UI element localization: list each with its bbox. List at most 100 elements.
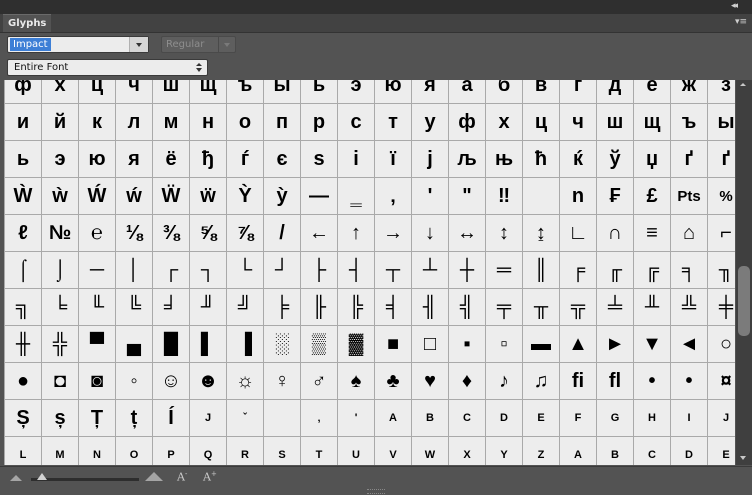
glyph-cell[interactable]: э bbox=[338, 80, 374, 103]
glyph-cell[interactable]: J bbox=[708, 400, 735, 436]
glyph-cell[interactable]: и bbox=[5, 104, 41, 140]
scroll-down-arrow-icon[interactable] bbox=[740, 456, 746, 460]
glyph-cell[interactable]: ╡ bbox=[375, 289, 411, 325]
glyph-cell[interactable]: Y bbox=[486, 437, 522, 465]
glyph-cell[interactable]: ╝ bbox=[227, 289, 263, 325]
glyph-cell[interactable]: ș bbox=[42, 400, 78, 436]
glyph-cell[interactable]: A bbox=[560, 437, 596, 465]
glyph-cell[interactable]: д bbox=[597, 80, 633, 103]
glyph-cell[interactable]: ╘ bbox=[42, 289, 78, 325]
glyph-cell[interactable]: T bbox=[301, 437, 337, 465]
decrease-glyph-size-button[interactable]: A- bbox=[177, 470, 187, 484]
glyph-cell[interactable]: ┐ bbox=[190, 252, 226, 288]
glyph-cell[interactable]: Q bbox=[190, 437, 226, 465]
glyph-cell[interactable]: • bbox=[671, 363, 707, 399]
glyph-cell[interactable]: ╢ bbox=[412, 289, 448, 325]
scrollbar-thumb[interactable] bbox=[738, 266, 750, 336]
font-style-select[interactable]: Regular bbox=[161, 36, 236, 53]
glyph-cell[interactable]: ♥ bbox=[412, 363, 448, 399]
glyph-cell[interactable]: └ bbox=[227, 252, 263, 288]
glyph-cell[interactable]: ░ bbox=[264, 326, 300, 362]
glyph-cell[interactable]: ⅞ bbox=[227, 215, 263, 251]
glyph-cell[interactable]: ⅜ bbox=[153, 215, 189, 251]
glyph-cell[interactable]: ∩ bbox=[597, 215, 633, 251]
glyph-cell[interactable]: ▲ bbox=[560, 326, 596, 362]
glyph-size-slider-thumb[interactable] bbox=[37, 473, 47, 480]
glyph-cell[interactable]: ┘ bbox=[264, 252, 300, 288]
glyph-cell[interactable]: ﬁ bbox=[560, 363, 596, 399]
increase-glyph-size-button[interactable]: A+ bbox=[203, 470, 217, 484]
glyph-cell[interactable]: ╖ bbox=[708, 252, 735, 288]
collapse-panel-icon[interactable]: ◂◂ bbox=[731, 1, 738, 11]
glyph-cell[interactable]: Ẅ bbox=[153, 178, 189, 214]
glyph-cell[interactable]: ☼ bbox=[227, 363, 263, 399]
panel-resize-grip[interactable] bbox=[367, 489, 385, 494]
glyph-cell[interactable]: R bbox=[227, 437, 263, 465]
glyph-cell[interactable]: х bbox=[486, 104, 522, 140]
glyph-cell[interactable]: і bbox=[338, 141, 374, 177]
glyph-cell[interactable]: ґ bbox=[708, 141, 735, 177]
glyph-cell[interactable]: Ẁ bbox=[5, 178, 41, 214]
glyph-cell[interactable]: ♀ bbox=[264, 363, 300, 399]
glyph-cell[interactable]: F bbox=[560, 400, 596, 436]
glyph-cell[interactable]: ◄ bbox=[671, 326, 707, 362]
glyph-cell[interactable]: P bbox=[153, 437, 189, 465]
glyph-cell[interactable]: ◦ bbox=[116, 363, 152, 399]
glyph-cell[interactable]: ю bbox=[375, 80, 411, 103]
glyph-cell[interactable]: ┴ bbox=[412, 252, 448, 288]
glyph-cell[interactable]: е bbox=[634, 80, 670, 103]
glyph-cell[interactable]: B bbox=[597, 437, 633, 465]
glyph-cell[interactable]: ч bbox=[116, 80, 152, 103]
glyph-cell[interactable]: ║ bbox=[523, 252, 559, 288]
glyph-cell[interactable]: р bbox=[301, 104, 337, 140]
glyph-cell[interactable]: ц bbox=[523, 104, 559, 140]
glyph-cell[interactable]: s bbox=[301, 141, 337, 177]
glyph-cell[interactable]: ⌂ bbox=[671, 215, 707, 251]
glyph-cell[interactable]: Ț bbox=[79, 400, 115, 436]
glyph-cell[interactable]: Pts bbox=[671, 178, 707, 214]
glyph-cell[interactable]: ш bbox=[153, 80, 189, 103]
glyph-cell[interactable]: н bbox=[190, 104, 226, 140]
glyph-cell[interactable]: щ bbox=[634, 104, 670, 140]
glyph-cell[interactable]: n bbox=[560, 178, 596, 214]
glyph-cell[interactable]: ├ bbox=[301, 252, 337, 288]
glyph-cell[interactable]: ю bbox=[79, 141, 115, 177]
glyph-cell[interactable]: □ bbox=[412, 326, 448, 362]
glyph-cell[interactable]: ♪ bbox=[486, 363, 522, 399]
glyph-cell[interactable]: X bbox=[449, 437, 485, 465]
vertical-scrollbar[interactable] bbox=[736, 80, 752, 465]
glyph-cell[interactable]: ╧ bbox=[597, 289, 633, 325]
glyph-cell[interactable]: C bbox=[449, 400, 485, 436]
glyph-cell[interactable]: ◙ bbox=[79, 363, 115, 399]
glyph-cell[interactable] bbox=[523, 178, 559, 214]
glyph-cell[interactable]: ѓ bbox=[227, 141, 263, 177]
zoom-out-mountain-icon[interactable] bbox=[10, 475, 22, 481]
glyph-cell[interactable]: ● bbox=[5, 363, 41, 399]
glyph-cell[interactable]: э bbox=[42, 141, 78, 177]
glyph-cell[interactable]: → bbox=[375, 215, 411, 251]
glyph-cell[interactable]: ▓ bbox=[338, 326, 374, 362]
glyph-cell[interactable]: й bbox=[42, 104, 78, 140]
glyph-cell[interactable]: ‼ bbox=[486, 178, 522, 214]
glyph-cell[interactable]: ╥ bbox=[523, 289, 559, 325]
glyph-cell[interactable]: S bbox=[264, 437, 300, 465]
glyph-cell[interactable]: A bbox=[375, 400, 411, 436]
glyph-cell[interactable]: ф bbox=[5, 80, 41, 103]
glyph-cell[interactable]: њ bbox=[486, 141, 522, 177]
glyph-cell[interactable]: ﬂ bbox=[597, 363, 633, 399]
tab-glyphs[interactable]: Glyphs bbox=[3, 14, 51, 32]
glyph-cell[interactable]: ↔ bbox=[449, 215, 485, 251]
glyph-cell[interactable]: ' bbox=[338, 400, 374, 436]
glyph-cell[interactable]: б bbox=[486, 80, 522, 103]
glyph-cell[interactable]: ♂ bbox=[301, 363, 337, 399]
glyph-cell[interactable]: ℮ bbox=[79, 215, 115, 251]
glyph-cell[interactable]: г bbox=[560, 80, 596, 103]
zoom-in-mountain-icon[interactable] bbox=[145, 472, 163, 481]
glyph-cell[interactable]: ⅝ bbox=[190, 215, 226, 251]
glyph-cell[interactable]: в bbox=[523, 80, 559, 103]
glyph-cell[interactable]: E bbox=[523, 400, 559, 436]
glyph-cell[interactable]: ћ bbox=[523, 141, 559, 177]
glyph-cell[interactable]: ♫ bbox=[523, 363, 559, 399]
glyph-cell[interactable]: ╛ bbox=[153, 289, 189, 325]
glyph-cell[interactable]: ђ bbox=[190, 141, 226, 177]
